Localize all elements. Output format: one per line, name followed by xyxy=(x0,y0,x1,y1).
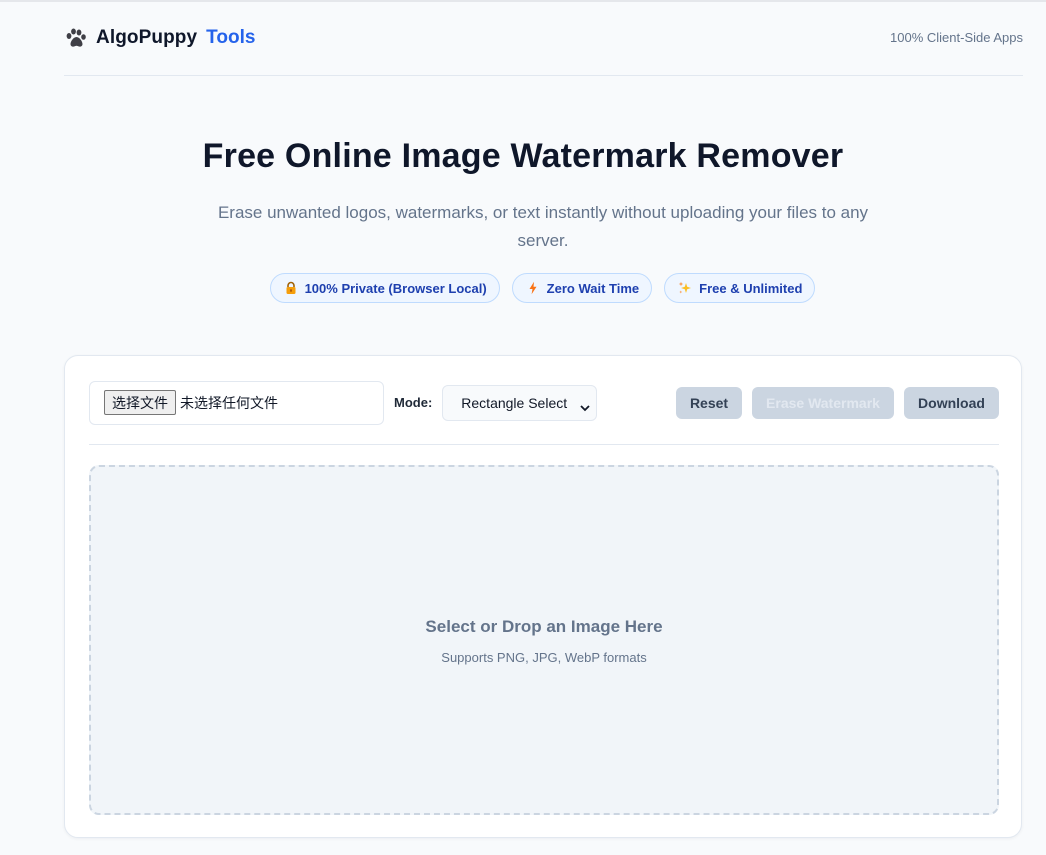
dropzone-subtitle: Supports PNG, JPG, WebP formats xyxy=(441,650,647,665)
site-header: AlgoPuppy Tools 100% Client-Side Apps xyxy=(64,3,1023,76)
mode-select[interactable]: Rectangle Select xyxy=(442,384,598,421)
dropzone-title: Select or Drop an Image Here xyxy=(425,617,663,636)
choose-file-button[interactable]: 选择文件 xyxy=(104,390,176,415)
badge-label: Free & Unlimited xyxy=(699,280,803,296)
paw-icon xyxy=(64,26,88,50)
brand-logo[interactable]: AlgoPuppy Tools xyxy=(64,26,255,50)
top-edge-line xyxy=(0,0,1046,2)
page-subtitle: Erase unwanted logos, watermarks, or tex… xyxy=(217,203,869,250)
badge-label: Zero Wait Time xyxy=(546,280,640,296)
feature-badges: 100% Private (Browser Local) Zero Wait T… xyxy=(0,273,1046,303)
sparkles-icon xyxy=(678,281,692,295)
download-button[interactable]: Download xyxy=(904,386,999,419)
brand-accent: Tools xyxy=(206,27,256,48)
file-input[interactable]: 选择文件 未选择任何文件 xyxy=(89,380,384,425)
mode-label: Mode: xyxy=(394,395,433,410)
chevron-down-icon xyxy=(580,399,590,411)
erase-watermark-button[interactable]: Erase Watermark xyxy=(752,386,894,419)
reset-button[interactable]: Reset xyxy=(676,386,742,419)
editor-card: 选择文件 未选择任何文件 Mode: Rectangle Select Rese… xyxy=(64,355,1022,838)
toolbar-divider xyxy=(89,444,999,445)
brand-name: AlgoPuppy xyxy=(96,27,198,48)
badge-speed: Zero Wait Time xyxy=(511,273,653,303)
file-status: 未选择任何文件 xyxy=(180,395,278,412)
editor-toolbar: 选择文件 未选择任何文件 Mode: Rectangle Select Rese… xyxy=(89,380,999,425)
badge-free: Free & Unlimited xyxy=(664,273,816,303)
lock-icon xyxy=(284,281,298,295)
badge-label: 100% Private (Browser Local) xyxy=(304,280,487,296)
badge-private: 100% Private (Browser Local) xyxy=(269,273,500,303)
lightning-icon xyxy=(526,281,540,295)
header-tagline: 100% Client-Side Apps xyxy=(890,29,1023,45)
mode-selected-value: Rectangle Select xyxy=(461,394,568,411)
image-dropzone[interactable]: Select or Drop an Image Here Supports PN… xyxy=(89,465,999,815)
page-title: Free Online Image Watermark Remover xyxy=(202,137,844,175)
